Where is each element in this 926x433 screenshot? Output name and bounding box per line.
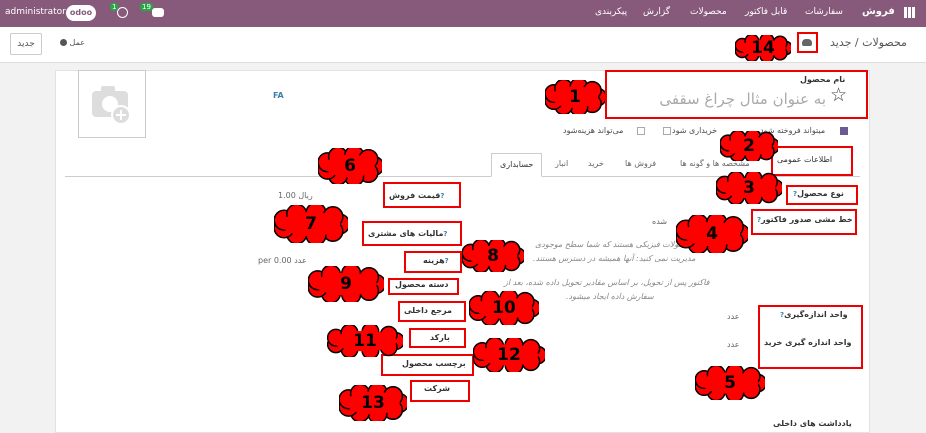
purchase-ok-checkbox[interactable] — [663, 127, 671, 135]
callout-number: 5 — [724, 373, 736, 393]
callout-number: 13 — [361, 393, 385, 413]
menu-reporting[interactable]: گزارش — [643, 7, 670, 17]
purchase-ok-label: خریداری شود — [672, 126, 718, 135]
tab-purchase[interactable]: خرید — [588, 153, 604, 177]
menu-products[interactable]: محصولات — [690, 7, 727, 17]
expense-ok-label: می‌تواند هزینه‌شود — [563, 126, 624, 135]
tab-general[interactable]: اطلاعات عمومی — [777, 149, 832, 173]
callout-3: 3 — [716, 172, 782, 204]
barcode-label: بارکد — [430, 333, 450, 342]
callout-4: 4 — [676, 215, 748, 253]
menu-orders[interactable]: سفارشات — [805, 7, 843, 17]
tab-accounting[interactable]: حسابداری — [491, 153, 543, 177]
callout-number: 8 — [487, 246, 499, 266]
invoice-policy-label: خط مشی صدور فاکتور? — [757, 215, 853, 224]
callout-14: 14 — [735, 35, 791, 61]
camera-icon — [92, 86, 131, 125]
callout-5: 5 — [695, 366, 765, 400]
internal-ref-label: مرجع داخلی — [404, 306, 452, 315]
callout-number: 3 — [743, 178, 755, 198]
uom-label: واحد اندازه‌گیری? — [780, 310, 848, 319]
callout-number: 12 — [497, 345, 521, 365]
callout-8: 8 — [462, 240, 524, 272]
callout-number: 9 — [340, 274, 352, 294]
category-label: دسته محصول — [395, 280, 449, 289]
tab-inventory[interactable]: انبار — [555, 153, 568, 177]
cost-label: ?هزینه — [423, 256, 449, 265]
callout-number: 7 — [305, 214, 317, 234]
callout-13: 13 — [339, 385, 407, 421]
action-menu[interactable]: عمل — [60, 38, 85, 47]
callout-number: 6 — [344, 156, 356, 176]
callout-number: 11 — [353, 331, 377, 351]
product-tag-label: برچسب محصول — [402, 359, 466, 368]
cost-value[interactable]: per 0.00 عدد — [258, 256, 307, 265]
app-title[interactable]: فروش — [862, 6, 895, 17]
callout-2: 2 — [720, 131, 778, 161]
sale-ok-checkbox[interactable] — [840, 127, 848, 135]
uom-purchase-value[interactable]: عدد — [727, 340, 740, 349]
messages-badge: 19 — [140, 3, 153, 11]
tab-sales[interactable]: فروش ها — [625, 153, 656, 177]
sale-price-label: ?قیمت فروش — [389, 191, 445, 200]
user-menu[interactable]: administrator — [5, 7, 66, 17]
apps-grid-icon[interactable] — [904, 7, 915, 18]
product-type-label: نوع محصول? — [793, 189, 844, 198]
product-image[interactable] — [78, 70, 146, 138]
customer-taxes-label: ?مالیات های مشتری — [368, 229, 448, 238]
chat-icon[interactable] — [152, 8, 164, 17]
help-text-line3: فاکتور پس از تحویل، بر اساس مقادیر تحویل… — [504, 278, 710, 287]
callout-number: 1 — [569, 87, 581, 107]
callout-11: 11 — [327, 325, 403, 357]
star-icon[interactable]: ☆ — [830, 86, 847, 105]
internal-notes-heading: یادداشت های داخلی — [773, 419, 852, 428]
callout-10: 10 — [469, 291, 539, 325]
cloud-save-icon[interactable] — [802, 39, 812, 46]
uom-value[interactable]: عدد — [727, 312, 740, 321]
expense-ok-checkbox[interactable] — [637, 127, 645, 135]
language-tag[interactable]: FA — [273, 91, 284, 100]
menu-configuration[interactable]: پیکربندی — [595, 7, 627, 17]
menu-to-invoice[interactable]: قابل فاکتور — [745, 7, 787, 17]
gear-icon — [60, 39, 67, 46]
help-text-line2: مدیریت نمی کنید: آنها همیشه در دسترس هست… — [533, 254, 696, 263]
callout-number: 4 — [706, 224, 718, 244]
uom-purchase-label: واحد اندازه گیری خرید — [764, 338, 852, 347]
callout-1: 1 — [545, 80, 605, 114]
delivered-fragment: شده — [652, 217, 668, 226]
clock-icon[interactable] — [117, 7, 128, 18]
product-name-label: نام محصول — [800, 75, 846, 84]
sale-price-value[interactable]: 1.00 ریال — [278, 191, 313, 200]
breadcrumb[interactable]: محصولات / جدید — [830, 36, 907, 49]
top-navbar: administrator odoo 1 19 پیکربندی گزارش م… — [0, 0, 926, 27]
help-text-line1: محصولات فیزیکی هستند که شما سطح موجودی — [535, 240, 695, 249]
callout-9: 9 — [308, 266, 384, 302]
odoo-logo: odoo — [66, 5, 96, 21]
callout-number: 10 — [492, 298, 516, 318]
callout-number: 2 — [743, 136, 755, 156]
help-text-line4: سفارش داده ایجاد میشود. — [566, 292, 654, 301]
new-button[interactable]: جدید — [10, 33, 42, 55]
action-label: عمل — [69, 38, 86, 47]
product-name-input[interactable]: به عنوان مثال چراغ سقفی — [618, 90, 826, 108]
callout-7: 7 — [274, 205, 348, 243]
callout-number: 14 — [751, 38, 775, 58]
company-label: شرکت — [424, 384, 450, 393]
callout-6: 6 — [318, 148, 382, 184]
callout-12: 12 — [473, 338, 545, 372]
